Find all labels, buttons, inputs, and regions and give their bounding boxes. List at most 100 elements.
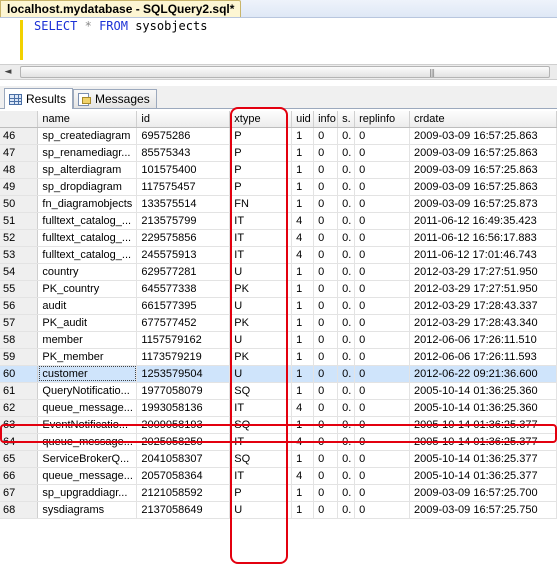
row-number[interactable]: 54 xyxy=(0,263,39,281)
cell-xtype[interactable]: IT xyxy=(229,212,293,230)
cell-id[interactable]: 629577281 xyxy=(136,263,231,281)
cell-id[interactable]: 2009058193 xyxy=(136,416,231,434)
cell-info[interactable]: 0 xyxy=(313,433,339,451)
cell-info[interactable]: 0 xyxy=(313,416,339,434)
cell-status[interactable]: 0. xyxy=(337,399,356,417)
cell-xtype[interactable]: SQ xyxy=(229,416,293,434)
cell-uid[interactable]: 1 xyxy=(291,161,315,179)
table-row[interactable]: 68 sysdiagrams 2137058649 U 1 0 0. 0 2009-03-09 … xyxy=(0,501,557,519)
row-number[interactable]: 53 xyxy=(0,246,39,264)
table-row[interactable]: 46 sp_creatediagram 69575286 P 1 0 0. 0 2009-03-… xyxy=(0,127,557,145)
cell-name[interactable]: EventNotificatio... xyxy=(37,416,138,434)
table-row[interactable]: 50 fn_diagramobjects 133575514 FN 1 0 0. 0 2009-… xyxy=(0,195,557,213)
cell-xtype[interactable]: FN xyxy=(229,195,293,213)
results-grid[interactable]: name id xtype uid info s. replinfo crdat… xyxy=(0,111,557,519)
cell-id[interactable]: 1977058079 xyxy=(136,382,231,400)
row-number[interactable]: 59 xyxy=(0,348,39,366)
cell-info[interactable]: 0 xyxy=(313,382,339,400)
row-number[interactable]: 58 xyxy=(0,331,39,349)
cell-replinfo[interactable]: 0 xyxy=(354,263,411,281)
table-row[interactable]: 52 fulltext_catalog_... 229575856 IT 4 0 0. 0 20… xyxy=(0,229,557,247)
cell-xtype[interactable]: PK xyxy=(229,280,293,298)
cell-replinfo[interactable]: 0 xyxy=(354,178,411,196)
cell-id[interactable]: 677577452 xyxy=(136,314,231,332)
cell-uid[interactable]: 4 xyxy=(291,433,315,451)
row-number[interactable]: 49 xyxy=(0,178,39,196)
row-number[interactable]: 67 xyxy=(0,484,39,502)
cell-info[interactable]: 0 xyxy=(313,212,339,230)
row-number[interactable]: 62 xyxy=(0,399,39,417)
table-row[interactable]: 58 member 1157579162 U 1 0 0. 0 2012-06-06 17:26… xyxy=(0,331,557,349)
row-number[interactable]: 57 xyxy=(0,314,39,332)
tab-results[interactable]: Results xyxy=(4,88,74,109)
cell-name[interactable]: sp_creatediagram xyxy=(37,127,138,145)
cell-xtype[interactable]: U xyxy=(229,297,293,315)
cell-name[interactable]: PK_country xyxy=(37,280,138,298)
cell-crdate[interactable]: 2009-03-09 16:57:25.863 xyxy=(409,144,557,162)
cell-xtype[interactable]: IT xyxy=(229,399,293,417)
table-row[interactable]: 59 PK_member 1173579219 PK 1 0 0. 0 2012-06-06 1… xyxy=(0,348,557,366)
cell-replinfo[interactable]: 0 xyxy=(354,280,411,298)
row-number[interactable]: 48 xyxy=(0,161,39,179)
cell-name[interactable]: fn_diagramobjects xyxy=(37,195,138,213)
table-row[interactable]: 55 PK_country 645577338 PK 1 0 0. 0 2012-03-29 1… xyxy=(0,280,557,298)
tab-messages[interactable]: Messages xyxy=(73,89,157,108)
cell-crdate[interactable]: 2009-03-09 16:57:25.863 xyxy=(409,161,557,179)
cell-crdate[interactable]: 2012-03-29 17:27:51.950 xyxy=(409,280,557,298)
row-number[interactable]: 64 xyxy=(0,433,39,451)
cell-uid[interactable]: 1 xyxy=(291,297,315,315)
cell-uid[interactable]: 4 xyxy=(291,399,315,417)
cell-info[interactable]: 0 xyxy=(313,280,339,298)
cell-crdate[interactable]: 2009-03-09 16:57:25.863 xyxy=(409,178,557,196)
cell-crdate[interactable]: 2011-06-12 17:01:46.743 xyxy=(409,246,557,264)
cell-id[interactable]: 117575457 xyxy=(136,178,231,196)
cell-uid[interactable]: 1 xyxy=(291,331,315,349)
cell-replinfo[interactable]: 0 xyxy=(354,297,411,315)
cell-info[interactable]: 0 xyxy=(313,246,339,264)
cell-status[interactable]: 0. xyxy=(337,263,356,281)
cell-uid[interactable]: 4 xyxy=(291,229,315,247)
cell-name[interactable]: QueryNotificatio... xyxy=(37,382,138,400)
cell-id[interactable]: 101575400 xyxy=(136,161,231,179)
column-header-xtype[interactable]: xtype xyxy=(229,111,293,128)
cell-status[interactable]: 0. xyxy=(337,331,356,349)
cell-info[interactable]: 0 xyxy=(313,365,339,383)
cell-name[interactable]: fulltext_catalog_... xyxy=(37,212,138,230)
table-row[interactable]: 60 customer 1253579504 U 1 0 0. 0 2012-06-22 09:… xyxy=(0,365,557,383)
cell-crdate[interactable]: 2012-03-29 17:28:43.340 xyxy=(409,314,557,332)
cell-replinfo[interactable]: 0 xyxy=(354,484,411,502)
cell-id[interactable]: 229575856 xyxy=(136,229,231,247)
cell-id[interactable]: 661577395 xyxy=(136,297,231,315)
cell-xtype[interactable]: U xyxy=(229,263,293,281)
cell-info[interactable]: 0 xyxy=(313,399,339,417)
cell-info[interactable]: 0 xyxy=(313,229,339,247)
cell-status[interactable]: 0. xyxy=(337,161,356,179)
cell-info[interactable]: 0 xyxy=(313,467,339,485)
cell-crdate[interactable]: 2009-03-09 16:57:25.750 xyxy=(409,501,557,519)
cell-xtype[interactable]: SQ xyxy=(229,382,293,400)
query-line[interactable]: SELECT * FROM sysobjects xyxy=(34,19,207,33)
row-number[interactable]: 65 xyxy=(0,450,39,468)
cell-replinfo[interactable]: 0 xyxy=(354,212,411,230)
cell-xtype[interactable]: P xyxy=(229,178,293,196)
column-header-crdate[interactable]: crdate xyxy=(409,111,557,128)
cell-xtype[interactable]: SQ xyxy=(229,450,293,468)
cell-id[interactable]: 213575799 xyxy=(136,212,231,230)
cell-uid[interactable]: 1 xyxy=(291,144,315,162)
cell-replinfo[interactable]: 0 xyxy=(354,467,411,485)
cell-info[interactable]: 0 xyxy=(313,501,339,519)
row-number[interactable]: 66 xyxy=(0,467,39,485)
cell-crdate[interactable]: 2009-03-09 16:57:25.700 xyxy=(409,484,557,502)
cell-replinfo[interactable]: 0 xyxy=(354,161,411,179)
table-row[interactable]: 51 fulltext_catalog_... 213575799 IT 4 0 0. 0 20… xyxy=(0,212,557,230)
cell-crdate[interactable]: 2012-06-06 17:26:11.593 xyxy=(409,348,557,366)
cell-replinfo[interactable]: 0 xyxy=(354,382,411,400)
cell-xtype[interactable]: U xyxy=(229,331,293,349)
cell-name[interactable]: country xyxy=(37,263,138,281)
table-row[interactable]: 47 sp_renamediagr... 85575343 P 1 0 0. 0 2009-03… xyxy=(0,144,557,162)
cell-crdate[interactable]: 2011-06-12 16:56:17.883 xyxy=(409,229,557,247)
row-number[interactable]: 56 xyxy=(0,297,39,315)
cell-id[interactable]: 85575343 xyxy=(136,144,231,162)
cell-xtype[interactable]: P xyxy=(229,484,293,502)
cell-id[interactable]: 133575514 xyxy=(136,195,231,213)
